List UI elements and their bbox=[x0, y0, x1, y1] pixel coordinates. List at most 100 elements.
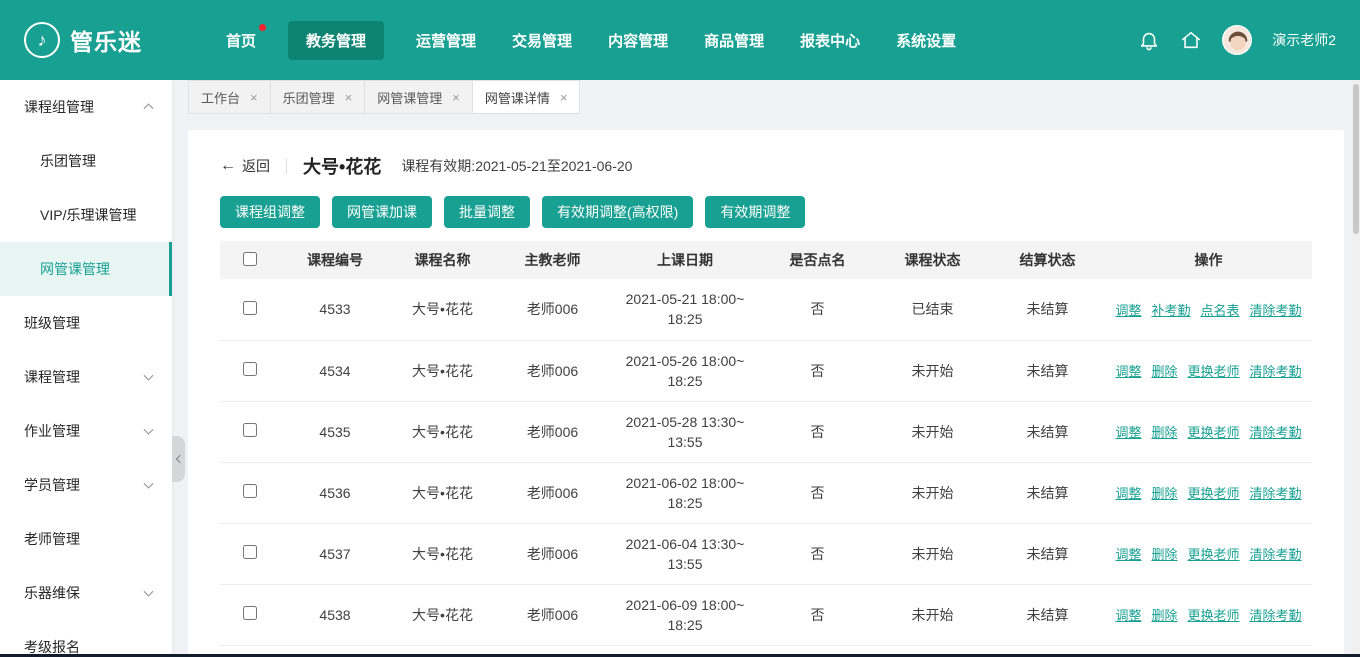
cell-course-id: 4535 bbox=[280, 401, 390, 462]
cell-course-name: 大号•花花 bbox=[390, 523, 495, 584]
top-nav-item[interactable]: 教务管理 bbox=[288, 21, 384, 60]
top-nav-item[interactable]: 首页 bbox=[222, 21, 260, 60]
top-header: ♪ 管乐迷 首页教务管理运营管理交易管理内容管理商品管理报表中心系统设置 演示老… bbox=[0, 0, 1360, 80]
row-action-link[interactable]: 调整 bbox=[1115, 364, 1141, 379]
cell-course-id: 4538 bbox=[280, 584, 390, 645]
row-action-link[interactable]: 点名表 bbox=[1201, 303, 1240, 318]
row-action-link[interactable]: 删除 bbox=[1151, 608, 1177, 623]
course-table: 课程编号课程名称主教老师上课日期是否点名课程状态结算状态操作 4533大号•花花… bbox=[220, 241, 1312, 646]
row-action-link[interactable]: 清除考勤 bbox=[1250, 547, 1302, 562]
sidebar-item[interactable]: VIP/乐理课管理 bbox=[0, 188, 172, 242]
music-note-glyph: ♪ bbox=[38, 30, 47, 51]
cell-settlement: 未结算 bbox=[990, 279, 1105, 340]
top-nav-item[interactable]: 系统设置 bbox=[892, 21, 960, 60]
row-action-link[interactable]: 更换老师 bbox=[1188, 547, 1240, 562]
row-action-link[interactable]: 清除考勤 bbox=[1250, 425, 1302, 440]
tab-item[interactable]: 网管课管理× bbox=[365, 80, 473, 114]
sidebar-item[interactable]: 课程管理 bbox=[0, 350, 172, 404]
top-nav-item[interactable]: 商品管理 bbox=[700, 21, 768, 60]
table-column-header: 操作 bbox=[1105, 241, 1312, 279]
cell-rollcall: 否 bbox=[760, 462, 875, 523]
sidebar-item[interactable]: 网管课管理 bbox=[0, 242, 172, 296]
cell-rollcall: 否 bbox=[760, 401, 875, 462]
action-button[interactable]: 有效期调整(高权限) bbox=[542, 196, 693, 228]
row-checkbox[interactable] bbox=[243, 423, 257, 437]
sidebar-item[interactable]: 乐团管理 bbox=[0, 134, 172, 188]
row-checkbox[interactable] bbox=[243, 301, 257, 315]
sidebar-item[interactable]: 老师管理 bbox=[0, 512, 172, 566]
row-action-link[interactable]: 删除 bbox=[1151, 547, 1177, 562]
row-action-link[interactable]: 删除 bbox=[1151, 486, 1177, 501]
row-checkbox[interactable] bbox=[243, 606, 257, 620]
cell-date: 2021-06-09 18:00~18:25 bbox=[610, 584, 760, 645]
action-button[interactable]: 网管课加课 bbox=[332, 196, 432, 228]
sidebar-item[interactable]: 班级管理 bbox=[0, 296, 172, 350]
tab-close-icon[interactable]: × bbox=[345, 91, 353, 104]
cell-teacher: 老师006 bbox=[495, 523, 610, 584]
chevron-left-icon bbox=[175, 455, 183, 463]
back-button[interactable]: ← 返回 bbox=[220, 156, 270, 176]
sidebar-item[interactable]: 作业管理 bbox=[0, 404, 172, 458]
action-button[interactable]: 有效期调整 bbox=[705, 196, 805, 228]
chevron-up-icon bbox=[144, 103, 154, 113]
select-all-checkbox[interactable] bbox=[243, 252, 257, 266]
scrollbar-thumb[interactable] bbox=[1353, 84, 1359, 234]
tab-close-icon[interactable]: × bbox=[452, 91, 460, 104]
sidebar-item[interactable]: 乐器维保 bbox=[0, 566, 172, 620]
sidebar-item[interactable]: 学员管理 bbox=[0, 458, 172, 512]
cell-rollcall: 否 bbox=[760, 340, 875, 401]
sidebar-item-label: 作业管理 bbox=[24, 423, 80, 439]
row-checkbox[interactable] bbox=[243, 484, 257, 498]
top-nav-item[interactable]: 内容管理 bbox=[604, 21, 672, 60]
row-action-link[interactable]: 清除考勤 bbox=[1250, 364, 1302, 379]
cell-course-name: 大号•花花 bbox=[390, 340, 495, 401]
home-icon[interactable] bbox=[1180, 29, 1202, 51]
action-button[interactable]: 课程组调整 bbox=[220, 196, 320, 228]
action-buttons-row: 课程组调整网管课加课批量调整有效期调整(高权限) 有效期调整 bbox=[220, 196, 1312, 228]
cell-rollcall: 否 bbox=[760, 523, 875, 584]
row-checkbox[interactable] bbox=[243, 362, 257, 376]
tab-close-icon[interactable]: × bbox=[560, 91, 568, 104]
avatar[interactable] bbox=[1222, 25, 1252, 55]
row-action-link[interactable]: 删除 bbox=[1151, 364, 1177, 379]
row-checkbox-cell bbox=[220, 462, 280, 523]
action-button[interactable]: 批量调整 bbox=[444, 196, 530, 228]
row-action-link[interactable]: 调整 bbox=[1115, 547, 1141, 562]
sidebar-item[interactable]: 考级报名 bbox=[0, 620, 172, 657]
sidebar-menu: 课程组管理乐团管理VIP/乐理课管理网管课管理班级管理课程管理作业管理学员管理老… bbox=[0, 80, 172, 657]
tab-item[interactable]: 工作台× bbox=[188, 80, 271, 114]
row-action-link[interactable]: 调整 bbox=[1115, 303, 1141, 318]
tab-item[interactable]: 乐团管理× bbox=[271, 80, 366, 114]
row-action-link[interactable]: 清除考勤 bbox=[1250, 486, 1302, 501]
tab-close-icon[interactable]: × bbox=[250, 91, 258, 104]
user-name[interactable]: 演示老师2 bbox=[1272, 30, 1336, 50]
top-nav-item[interactable]: 报表中心 bbox=[796, 21, 864, 60]
row-action-link[interactable]: 更换老师 bbox=[1188, 486, 1240, 501]
row-action-link[interactable]: 调整 bbox=[1115, 608, 1141, 623]
row-action-link[interactable]: 更换老师 bbox=[1188, 364, 1240, 379]
row-action-link[interactable]: 删除 bbox=[1151, 425, 1177, 440]
row-checkbox[interactable] bbox=[243, 545, 257, 559]
table-column-header: 课程编号 bbox=[280, 241, 390, 279]
cell-teacher: 老师006 bbox=[495, 401, 610, 462]
tab-item[interactable]: 网管课详情× bbox=[473, 80, 581, 114]
top-nav-item[interactable]: 运营管理 bbox=[412, 21, 480, 60]
row-action-link[interactable]: 更换老师 bbox=[1188, 425, 1240, 440]
logo[interactable]: ♪ 管乐迷 bbox=[24, 22, 174, 58]
cell-course-id: 4537 bbox=[280, 523, 390, 584]
row-action-link[interactable]: 更换老师 bbox=[1188, 608, 1240, 623]
row-action-link[interactable]: 补考勤 bbox=[1151, 303, 1190, 318]
table-column-header: 课程状态 bbox=[875, 241, 990, 279]
row-checkbox-cell bbox=[220, 584, 280, 645]
cell-teacher: 老师006 bbox=[495, 462, 610, 523]
top-nav-item[interactable]: 交易管理 bbox=[508, 21, 576, 60]
row-action-link[interactable]: 清除考勤 bbox=[1250, 608, 1302, 623]
sidebar-item-label: 学员管理 bbox=[24, 477, 80, 493]
row-action-link[interactable]: 清除考勤 bbox=[1250, 303, 1302, 318]
logo-text: 管乐迷 bbox=[70, 23, 142, 57]
bell-icon[interactable] bbox=[1138, 29, 1160, 51]
row-action-link[interactable]: 调整 bbox=[1115, 486, 1141, 501]
sidebar-item[interactable]: 课程组管理 bbox=[0, 80, 172, 134]
sidebar-collapse-handle[interactable] bbox=[172, 436, 185, 482]
row-action-link[interactable]: 调整 bbox=[1115, 425, 1141, 440]
